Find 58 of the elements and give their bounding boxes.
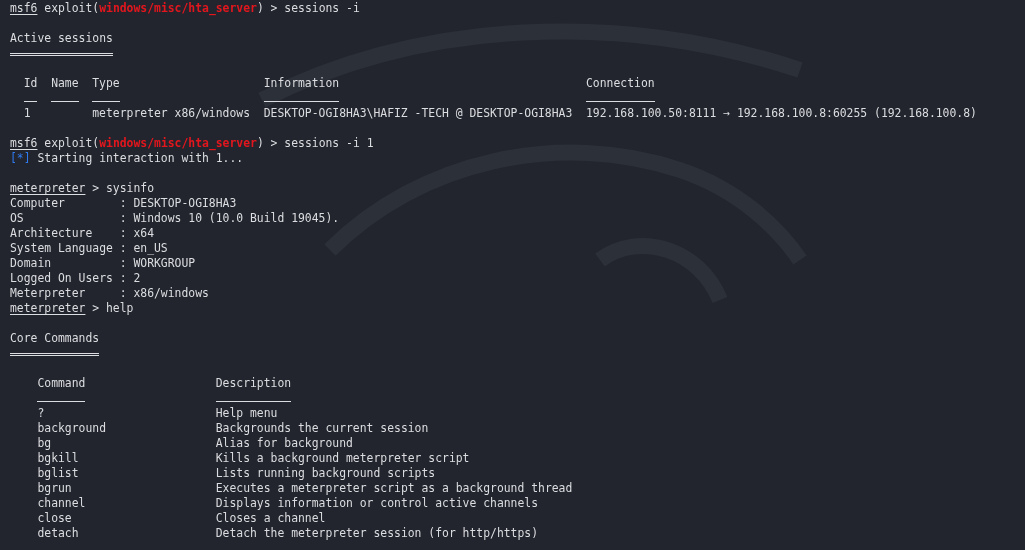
prompt-line: meterpreter > help bbox=[10, 301, 134, 316]
table-cell: 1 bbox=[23, 106, 31, 121]
table-cell: Displays information or control active channels bbox=[215, 496, 539, 511]
field-label: Meterpreter bbox=[10, 286, 87, 301]
table-cell: ? bbox=[37, 406, 45, 421]
table-cell: channel bbox=[37, 496, 86, 511]
field-value: DESKTOP-OGI8HA3 bbox=[133, 196, 237, 211]
table-cell: meterpreter x86/windows bbox=[92, 106, 250, 121]
field-label: Computer bbox=[10, 196, 66, 211]
table-cell: Detach the meterpreter session (for http/https) bbox=[215, 526, 539, 541]
field-separator: : bbox=[119, 271, 127, 286]
field-value: WORKGROUP bbox=[133, 256, 196, 271]
field-separator: : bbox=[119, 226, 127, 241]
table-cell: bgkill bbox=[37, 451, 79, 466]
field-value: x86/windows bbox=[133, 286, 209, 301]
field-label: OS bbox=[10, 211, 25, 226]
field-value: Windows 10 (10.0 Build 19045). bbox=[133, 211, 340, 226]
column-header: Description bbox=[215, 376, 292, 391]
column-header: Connection bbox=[586, 76, 655, 91]
field-separator: : bbox=[119, 196, 127, 211]
column-header: Type bbox=[92, 76, 120, 91]
field-label: System Language bbox=[10, 241, 114, 256]
status-marker: [*] bbox=[10, 151, 31, 166]
prompt-line: meterpreter > sysinfo bbox=[10, 181, 155, 196]
field-label: Architecture bbox=[10, 226, 94, 241]
table-cell: bg bbox=[37, 436, 52, 451]
table-cell: close bbox=[37, 511, 72, 526]
table-cell: bgrun bbox=[37, 481, 72, 496]
prompt-line: msf6 exploit(windows/misc/hta_server) > sessions -i bbox=[10, 1, 360, 16]
table-cell: 192.168.100.50:8111 → 192.168.100.8:60255 (192.168.100.8) bbox=[586, 106, 977, 121]
table-cell: Backgrounds the current session bbox=[215, 421, 429, 436]
field-separator: : bbox=[119, 286, 127, 301]
field-value: x64 bbox=[133, 226, 154, 241]
table-cell: Kills a background meterpreter script bbox=[215, 451, 470, 466]
field-separator: : bbox=[119, 211, 127, 226]
table-cell: bglist bbox=[37, 466, 79, 481]
field-value: 2 bbox=[133, 271, 141, 286]
field-value: en_US bbox=[133, 241, 168, 256]
column-header: Name bbox=[51, 76, 79, 91]
section-heading: Core Commands bbox=[10, 331, 100, 346]
column-header: Command bbox=[37, 376, 86, 391]
table-cell: Closes a channel bbox=[215, 511, 326, 526]
table-cell: Alias for background bbox=[215, 436, 353, 451]
column-header: Information bbox=[263, 76, 340, 91]
table-cell: DESKTOP-OGI8HA3\HAFIZ -TECH @ DESKTOP-OGI8HA3 bbox=[263, 106, 573, 121]
table-cell: Executes a meterpreter script as a background thread bbox=[215, 481, 573, 496]
table-cell: Lists running background scripts bbox=[215, 466, 436, 481]
field-separator: : bbox=[119, 256, 127, 271]
field-label: Logged On Users bbox=[10, 271, 114, 286]
field-separator: : bbox=[119, 241, 127, 256]
prompt-line: msf6 exploit(windows/misc/hta_server) > sessions -i 1 bbox=[10, 136, 374, 151]
field-label: Domain bbox=[10, 256, 53, 271]
table-cell: Help menu bbox=[215, 406, 278, 421]
table-cell: detach bbox=[37, 526, 79, 541]
status-message: Starting interaction with 1... bbox=[37, 151, 244, 166]
column-header: Id bbox=[23, 76, 38, 91]
table-cell: background bbox=[37, 421, 106, 436]
section-heading: Active sessions bbox=[10, 31, 113, 46]
